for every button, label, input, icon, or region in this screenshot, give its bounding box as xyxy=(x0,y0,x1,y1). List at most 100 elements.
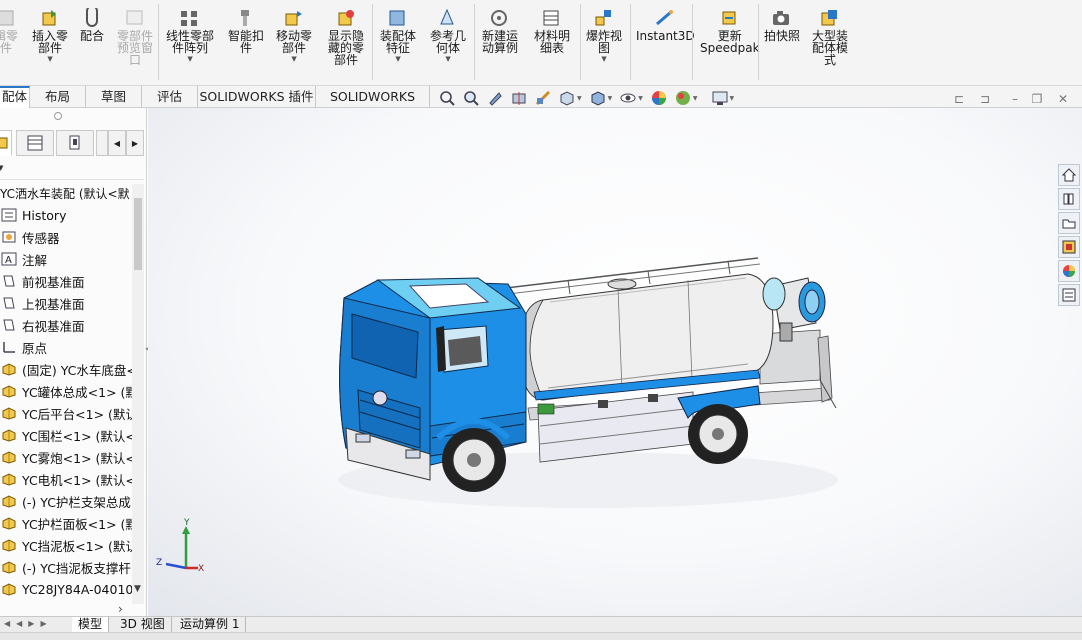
tab-navigation-arrows[interactable]: ◀◀▶▶ xyxy=(4,619,53,628)
tab-3d-views[interactable]: 3D 视图 xyxy=(114,617,172,633)
tab-layout[interactable]: 布局 xyxy=(30,86,86,108)
apply-scene-icon[interactable] xyxy=(674,89,692,107)
feature-tree-item[interactable]: YC围栏<1> (默认< xyxy=(0,424,132,446)
chevron-down-icon[interactable]: ▼ xyxy=(693,95,698,102)
ribbon-divider xyxy=(372,4,373,80)
appearances-scenes-icon[interactable] xyxy=(1058,260,1080,282)
filter-dropdown-icon[interactable]: ▼ xyxy=(0,164,3,172)
ribbon-snapshot-button[interactable]: 拍快照 xyxy=(764,8,800,42)
view-settings-icon[interactable] xyxy=(711,89,729,107)
part-icon xyxy=(0,514,18,532)
design-library-icon[interactable] xyxy=(1058,188,1080,210)
ribbon-show-hidden-button[interactable]: 显示隐 藏的零 部件 xyxy=(328,8,364,66)
file-explorer-icon[interactable] xyxy=(1058,212,1080,234)
ribbon-instant3d-button[interactable]: Instant3D xyxy=(636,8,695,42)
sensor-icon xyxy=(0,228,18,246)
truck-model-viewport[interactable] xyxy=(148,108,1082,616)
ribbon-smart-fasteners-button[interactable]: 智能扣 件 xyxy=(228,8,264,54)
property-manager-tab[interactable] xyxy=(16,130,54,156)
dimxpert-tab[interactable] xyxy=(96,130,108,156)
tab-evaluate[interactable]: 评估 xyxy=(142,86,198,108)
feature-tree-item[interactable]: (-) YC挡泥板支撑杆 xyxy=(0,556,132,578)
feature-tree-item[interactable]: YC护栏面板<1> (默 xyxy=(0,512,132,534)
feature-tree-item[interactable]: A 注解 xyxy=(0,248,132,270)
chevron-down-icon[interactable]: ▼ xyxy=(730,95,735,102)
tab-model[interactable]: 模型 xyxy=(72,617,110,633)
ribbon-exploded-view-button[interactable]: 爆炸视 图 ▼ xyxy=(586,8,622,63)
edit-component-icon xyxy=(0,8,17,28)
feature-manager-panel: ◀ ▶ ▼ YC洒水车装配 (默认<默 ▲ History传感器A注解前视基准面… xyxy=(0,108,149,616)
feature-tree-item[interactable]: YC电机<1> (默认< xyxy=(0,468,132,490)
ribbon-linear-pattern-button[interactable]: 线性零部 件阵列 ▼ xyxy=(166,8,214,63)
custom-properties-icon[interactable] xyxy=(1058,284,1080,306)
chevron-down-icon[interactable]: ▼ xyxy=(291,55,296,63)
view-orientation-icon[interactable] xyxy=(558,89,576,107)
feature-tree-item[interactable]: YC雾炮<1> (默认< xyxy=(0,446,132,468)
ribbon-speedpak-button[interactable]: 更新 Speedpak xyxy=(700,8,760,54)
feature-tree-scroll-thumb[interactable] xyxy=(134,198,142,270)
ribbon-assembly-features-button[interactable]: 装配体 特征 ▼ xyxy=(380,8,416,63)
ribbon-edit-component-button[interactable]: 辑零 件 xyxy=(0,8,18,54)
feature-tree-item[interactable]: YC后平台<1> (默认 xyxy=(0,402,132,424)
ribbon-motion-study-button[interactable]: 新建运 动算例 xyxy=(482,8,518,54)
chevron-down-icon[interactable]: ▼ xyxy=(395,55,400,63)
feature-tree-item[interactable]: 上视基准面 xyxy=(0,292,132,314)
chevron-down-icon[interactable]: ▼ xyxy=(608,95,613,102)
panel-splitter-handle[interactable] xyxy=(54,112,62,120)
ribbon-component-preview-button[interactable]: 零部件 预览窗 口 xyxy=(117,8,153,66)
tab-sketch[interactable]: 草图 xyxy=(86,86,142,108)
scroll-right-icon[interactable]: › xyxy=(118,602,123,616)
restore-icon[interactable]: ❐ xyxy=(1030,92,1044,106)
tab-motion-study-1[interactable]: 运动算例 1 xyxy=(174,617,247,633)
feature-manager-tab[interactable] xyxy=(0,130,12,156)
tab-assembly[interactable]: 配体 xyxy=(0,86,30,108)
chevron-down-icon[interactable]: ▼ xyxy=(601,55,606,63)
feature-tree-item[interactable]: YC28JY84A-04010 xyxy=(0,578,132,600)
component-preview-icon xyxy=(124,8,146,28)
ribbon-mate-button[interactable]: 配合 xyxy=(80,8,104,42)
previous-view-icon[interactable] xyxy=(486,89,504,107)
dynamic-annotation-icon[interactable] xyxy=(534,89,552,107)
ribbon-move-component-button[interactable]: 移动零 部件 ▼ xyxy=(276,8,312,63)
feature-tree-item[interactable]: 右视基准面 xyxy=(0,314,132,336)
ribbon-divider xyxy=(474,4,475,80)
zoom-to-area-icon[interactable] xyxy=(462,89,480,107)
chevron-down-icon[interactable]: ▼ xyxy=(47,55,52,63)
feature-tree-item[interactable]: History xyxy=(0,204,132,226)
ribbon-insert-component-button[interactable]: 插入零 部件 ▼ xyxy=(32,8,68,63)
view-palette-icon[interactable] xyxy=(1058,236,1080,258)
chevron-down-icon[interactable]: ▼ xyxy=(445,55,450,63)
feature-tree-item[interactable]: (-) YC护栏支架总成 xyxy=(0,490,132,512)
chevron-down-icon[interactable]: ▼ xyxy=(638,95,643,102)
hide-show-items-icon[interactable] xyxy=(619,89,637,107)
feature-tree-root[interactable]: YC洒水车装配 (默认<默 xyxy=(0,182,132,204)
chevron-down-icon[interactable]: ▼ xyxy=(577,95,582,102)
feature-tree-item[interactable]: (固定) YC水车底盘< xyxy=(0,358,132,380)
feature-tree-item[interactable]: 原点 xyxy=(0,336,132,358)
graphics-area[interactable]: Y Z X xyxy=(148,108,1082,616)
edit-appearance-icon[interactable] xyxy=(650,89,668,107)
feature-tree-item[interactable]: YC罐体总成<1> (默 xyxy=(0,380,132,402)
scroll-down-icon[interactable]: ▼ xyxy=(134,584,141,594)
section-view-icon[interactable] xyxy=(510,89,528,107)
tabs-scroll-left-button[interactable]: ◀ xyxy=(108,130,126,156)
ribbon-bom-button[interactable]: 材料明 细表 xyxy=(534,8,570,54)
close-icon[interactable]: ✕ xyxy=(1056,92,1070,106)
ribbon-large-assembly-button[interactable]: 大型装 配体模 式 xyxy=(812,8,848,66)
tabs-scroll-right-button[interactable]: ▶ xyxy=(126,130,144,156)
feature-tree-item[interactable]: YC挡泥板<1> (默认 xyxy=(0,534,132,556)
ribbon-reference-geometry-button[interactable]: 参考几 何体 ▼ xyxy=(430,8,466,63)
tab-solidworks-addins[interactable]: SOLIDWORKS 插件 xyxy=(198,86,316,108)
restore-pane-right-icon[interactable]: ⊐ xyxy=(978,92,992,106)
display-style-icon[interactable] xyxy=(589,89,607,107)
tab-solidworks-mbd[interactable]: SOLIDWORKS MBD xyxy=(316,86,430,125)
feature-tree-item[interactable]: 传感器 xyxy=(0,226,132,248)
feature-tree-filter[interactable]: ▼ xyxy=(0,158,144,180)
solidworks-resources-icon[interactable] xyxy=(1058,164,1080,186)
configuration-manager-tab[interactable] xyxy=(56,130,94,156)
minimize-icon[interactable]: – xyxy=(1008,92,1022,106)
zoom-to-fit-icon[interactable] xyxy=(438,89,456,107)
restore-pane-left-icon[interactable]: ⊏ xyxy=(952,92,966,106)
feature-tree-item[interactable]: 前视基准面 xyxy=(0,270,132,292)
chevron-down-icon[interactable]: ▼ xyxy=(187,55,192,63)
